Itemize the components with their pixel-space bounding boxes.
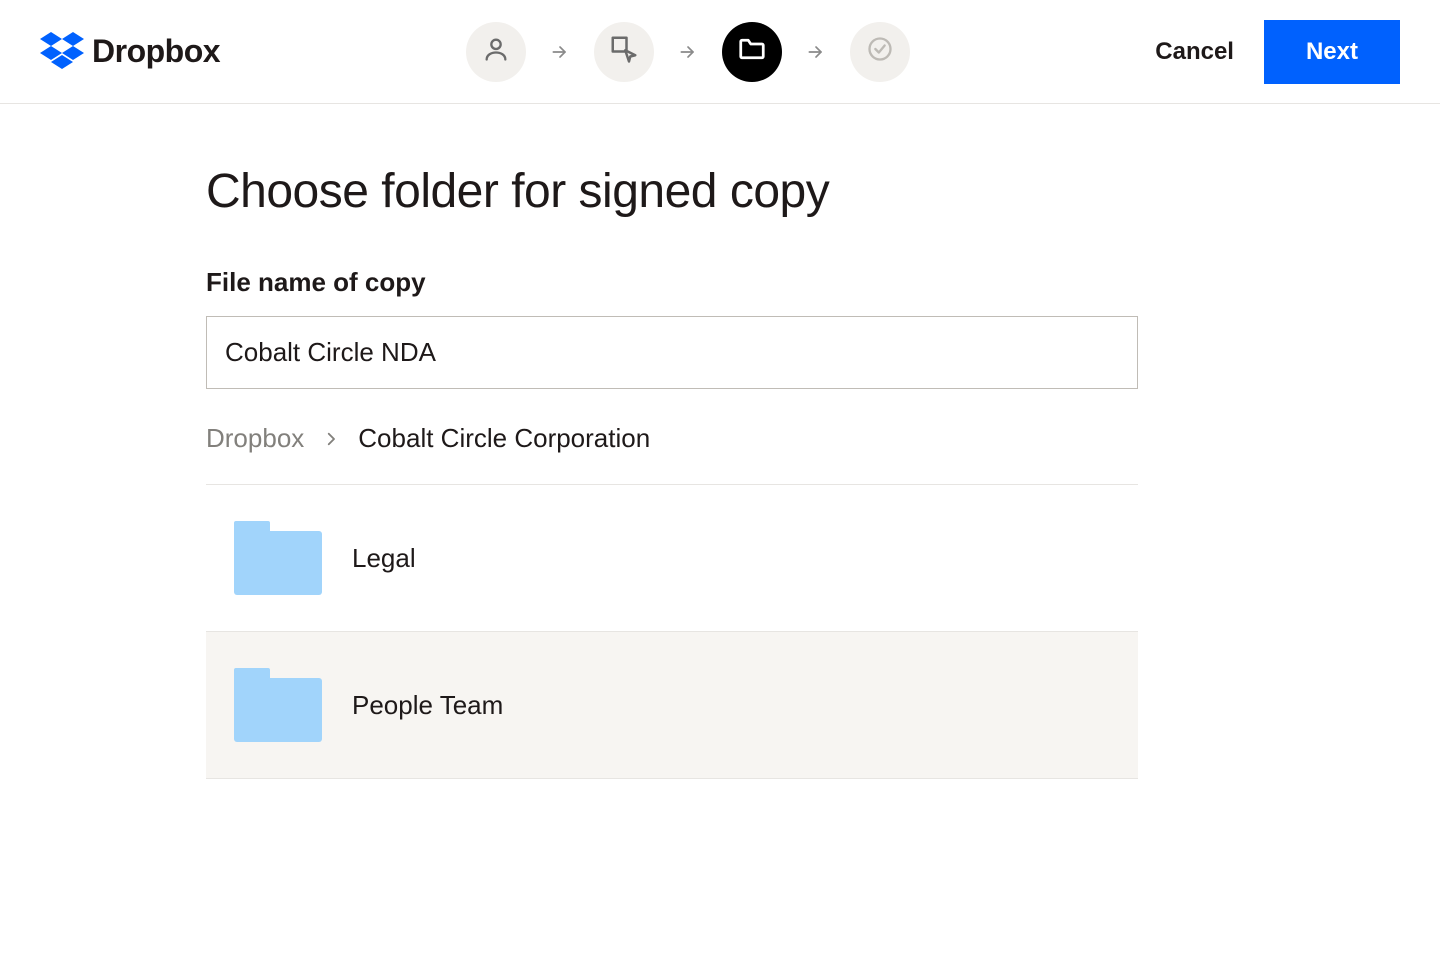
filename-label: File name of copy bbox=[206, 267, 1138, 298]
folder-row[interactable]: People Team bbox=[206, 632, 1138, 779]
folder-icon bbox=[234, 521, 322, 595]
app-header: Dropbox bbox=[0, 0, 1440, 104]
main-content: Choose folder for signed copy File name … bbox=[206, 104, 1138, 779]
folder-icon bbox=[234, 668, 322, 742]
header-actions: Cancel Next bbox=[1155, 20, 1400, 84]
wizard-steps bbox=[466, 22, 910, 82]
brand-name: Dropbox bbox=[92, 33, 220, 70]
chevron-right-icon bbox=[322, 430, 340, 448]
step-folder[interactable] bbox=[722, 22, 782, 82]
page-title: Choose folder for signed copy bbox=[206, 164, 1138, 219]
check-circle-icon bbox=[866, 35, 894, 68]
sign-cursor-icon bbox=[609, 34, 639, 69]
breadcrumb: Dropbox Cobalt Circle Corporation bbox=[206, 423, 1138, 485]
folder-name: People Team bbox=[352, 690, 503, 721]
step-sign[interactable] bbox=[594, 22, 654, 82]
breadcrumb-current: Cobalt Circle Corporation bbox=[358, 423, 650, 454]
folder-icon bbox=[737, 34, 767, 69]
next-button[interactable]: Next bbox=[1264, 20, 1400, 84]
step-recipients[interactable] bbox=[466, 22, 526, 82]
folder-row[interactable]: Legal bbox=[206, 485, 1138, 632]
arrow-right-icon bbox=[678, 42, 698, 62]
brand-logo[interactable]: Dropbox bbox=[40, 32, 220, 72]
dropbox-icon bbox=[40, 32, 84, 72]
arrow-right-icon bbox=[806, 42, 826, 62]
folder-name: Legal bbox=[352, 543, 416, 574]
filename-input[interactable] bbox=[206, 316, 1138, 389]
breadcrumb-root[interactable]: Dropbox bbox=[206, 423, 304, 454]
folder-list: Legal People Team bbox=[206, 485, 1138, 779]
arrow-right-icon bbox=[550, 42, 570, 62]
person-icon bbox=[482, 35, 510, 68]
cancel-button[interactable]: Cancel bbox=[1155, 38, 1234, 66]
step-review[interactable] bbox=[850, 22, 910, 82]
